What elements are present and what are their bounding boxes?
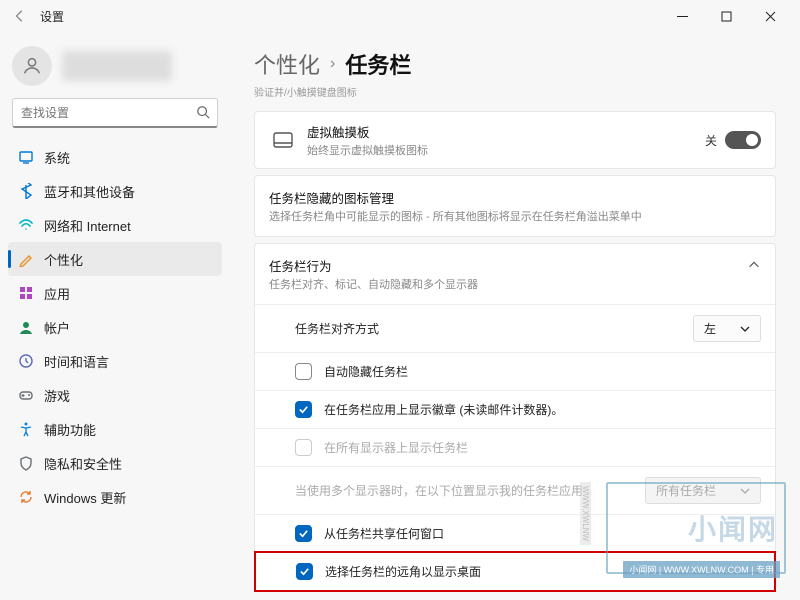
alignment-row: 任务栏对齐方式 左 [255,304,775,352]
nav-item-label: 应用 [44,284,70,303]
breadcrumb-parent[interactable]: 个性化 [254,48,320,80]
all-displays-checkbox [295,439,312,456]
nav-item-label: Windows 更新 [44,488,126,507]
nav-item-accessibility[interactable]: 辅助功能 [8,412,222,446]
gaming-icon [18,387,34,403]
behaviors-title: 任务栏行为 [269,256,747,275]
nav-item-label: 游戏 [44,386,70,405]
back-button[interactable] [8,4,32,28]
virtual-touchpad-row: 虚拟触摸板 始终显示虚拟触摸板图标 关 [254,111,776,169]
nav-item-gaming[interactable]: 游戏 [8,378,222,412]
autohide-checkbox[interactable] [295,363,312,380]
nav-item-brush[interactable]: 个性化 [8,242,222,276]
autohide-label: 自动隐藏任务栏 [324,363,761,380]
bluetooth-icon [18,183,34,199]
nav-item-label: 帐户 [44,318,70,337]
nav-item-apps[interactable]: 应用 [8,276,222,310]
accessibility-icon [18,421,34,437]
nav-item-update[interactable]: Windows 更新 [8,480,222,514]
nav-item-privacy[interactable]: 隐私和安全性 [8,446,222,480]
brush-icon [18,251,34,267]
touchpad-title: 虚拟触摸板 [307,122,705,141]
system-icon [18,149,34,165]
nav-item-label: 网络和 Internet [44,216,131,235]
share-window-row: 从任务栏共享任何窗口 [255,514,775,552]
user-name-redacted [62,51,172,81]
search-input[interactable] [12,98,218,128]
chevron-up-icon [747,256,761,277]
apps-icon [18,285,34,301]
nav-item-label: 系统 [44,148,70,167]
breadcrumb: 个性化 › 任务栏 [254,48,776,80]
nav-item-wifi[interactable]: 网络和 Internet [8,208,222,242]
alignment-label: 任务栏对齐方式 [295,320,693,337]
multi-monitor-label: 当使用多个显示器时，在以下位置显示我的任务栏应用 [295,482,645,499]
overflow-section[interactable]: 任务栏隐藏的图标管理 选择任务栏角中可能显示的图标 - 所有其他图标将显示在任务… [254,175,776,237]
main-content[interactable]: 个性化 › 任务栏 验证并/小触摸键盘图标 虚拟触摸板 始终显示虚拟触摸板图标 … [230,32,800,600]
badges-checkbox[interactable] [295,401,312,418]
wifi-icon [18,217,34,233]
breadcrumb-current: 任务栏 [345,48,411,80]
nav-item-label: 隐私和安全性 [44,454,122,473]
all-displays-label: 在所有显示器上显示任务栏 [324,439,761,456]
far-corner-row: 选择任务栏的远角以显示桌面 [254,551,776,592]
multi-monitor-row: 当使用多个显示器时，在以下位置显示我的任务栏应用 所有任务栏 [255,466,775,514]
time-icon [18,353,34,369]
behaviors-section: 任务栏行为 任务栏对齐、标记、自动隐藏和多个显示器 任务栏对齐方式 左 自动隐藏… [254,243,776,592]
nav-item-account[interactable]: 帐户 [8,310,222,344]
nav-item-label: 蓝牙和其他设备 [44,182,135,201]
titlebar: 设置 [0,0,800,32]
user-block[interactable] [12,46,218,86]
overflow-desc: 选择任务栏角中可能显示的图标 - 所有其他图标将显示在任务栏角溢出菜单中 [269,208,761,224]
search-icon [196,105,210,124]
minimize-button[interactable] [660,2,704,30]
far-corner-checkbox[interactable] [296,563,313,580]
truncated-row-desc: 验证并/小触摸键盘图标 [254,84,776,99]
multi-monitor-select: 所有任务栏 [645,477,761,504]
badges-label: 在任务栏应用上显示徽章 (未读邮件计数器)。 [324,401,761,418]
close-button[interactable] [748,2,792,30]
touchpad-icon [269,132,297,148]
behaviors-header[interactable]: 任务栏行为 任务栏对齐、标记、自动隐藏和多个显示器 [255,244,775,304]
sidebar: 系统蓝牙和其他设备网络和 Internet 个性化应用帐户时间和语言游戏辅助功能隐… [0,32,230,600]
share-window-label: 从任务栏共享任何窗口 [324,525,761,542]
overflow-title: 任务栏隐藏的图标管理 [269,188,761,207]
touchpad-desc: 始终显示虚拟触摸板图标 [307,142,705,158]
all-displays-row: 在所有显示器上显示任务栏 [255,428,775,466]
nav-item-label: 时间和语言 [44,352,109,371]
chevron-right-icon: › [330,55,335,73]
share-window-checkbox[interactable] [295,525,312,542]
nav-item-label: 辅助功能 [44,420,96,439]
nav-item-bluetooth[interactable]: 蓝牙和其他设备 [8,174,222,208]
autohide-row: 自动隐藏任务栏 [255,352,775,390]
maximize-button[interactable] [704,2,748,30]
nav-item-time[interactable]: 时间和语言 [8,344,222,378]
far-corner-label: 选择任务栏的远角以显示桌面 [325,563,760,580]
search-box [12,98,218,128]
nav-item-system[interactable]: 系统 [8,140,222,174]
privacy-icon [18,455,34,471]
avatar [12,46,52,86]
badges-row: 在任务栏应用上显示徽章 (未读邮件计数器)。 [255,390,775,428]
touchpad-state-label: 关 [705,132,717,149]
touchpad-toggle[interactable] [725,131,761,149]
behaviors-desc: 任务栏对齐、标记、自动隐藏和多个显示器 [269,276,747,292]
update-icon [18,489,34,505]
alignment-select[interactable]: 左 [693,315,761,342]
window-title: 设置 [40,8,64,25]
chevron-down-icon [740,486,750,496]
chevron-down-icon [740,324,750,334]
account-icon [18,319,34,335]
nav-item-label: 个性化 [44,250,83,269]
nav-list: 系统蓝牙和其他设备网络和 Internet 个性化应用帐户时间和语言游戏辅助功能隐… [8,140,222,514]
